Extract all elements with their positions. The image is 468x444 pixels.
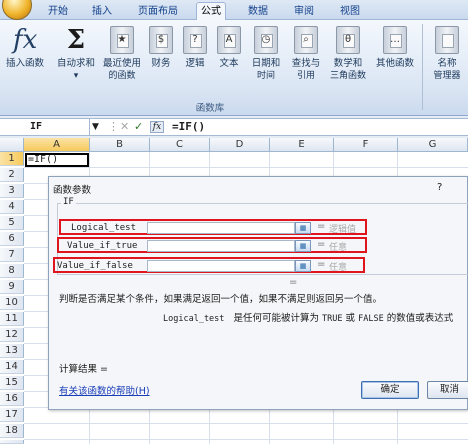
autosum-button[interactable]: Σ 自动求和 ▾ — [54, 26, 98, 82]
row-header[interactable]: 18 — [0, 424, 24, 438]
financial-button[interactable]: $ 财务 — [146, 26, 176, 70]
tab-review[interactable]: 审阅 — [290, 3, 318, 20]
fx-icon: fx — [13, 25, 38, 55]
ok-button[interactable]: 确定 — [361, 381, 419, 399]
book-icon: $ — [149, 26, 173, 54]
row-header[interactable]: 17 — [0, 408, 24, 422]
office-button[interactable] — [2, 0, 32, 20]
book-icon: ★ — [110, 26, 134, 54]
column-header[interactable]: A — [24, 138, 90, 152]
separator-icon: ⋮ — [108, 120, 119, 133]
value-if-false-input[interactable] — [147, 260, 295, 272]
row-header[interactable]: 3 — [0, 184, 24, 198]
range-select-icon[interactable]: ▦ — [295, 260, 311, 272]
name-box[interactable]: IF — [0, 119, 90, 135]
logical-test-hint: 逻辑值 — [329, 225, 357, 235]
column-header[interactable]: E — [270, 138, 334, 152]
value-if-true-input[interactable] — [147, 240, 295, 252]
tab-home[interactable]: 开始 — [44, 3, 72, 20]
book-icon: … — [383, 26, 407, 54]
row-header[interactable]: 10 — [0, 296, 24, 310]
tab-page-layout[interactable]: 页面布局 — [134, 3, 182, 20]
row-header[interactable]: 2 — [0, 168, 24, 182]
chevron-down-icon: ▾ — [73, 71, 79, 81]
row-header[interactable]: 7 — [0, 248, 24, 262]
column-header[interactable]: G — [398, 138, 468, 152]
row-header[interactable]: 12 — [0, 328, 24, 342]
column-header[interactable]: D — [210, 138, 270, 152]
column-header[interactable]: B — [90, 138, 150, 152]
row-header[interactable]: 13 — [0, 344, 24, 358]
formula-bar: IF ▼ ⋮ ✕ ✓ fx =IF() — [0, 118, 468, 136]
row-header[interactable] — [0, 440, 24, 444]
tab-insert[interactable]: 插入 — [88, 3, 116, 20]
row-header[interactable]: 15 — [0, 376, 24, 390]
value-if-true-hint: 任意 — [329, 243, 348, 253]
cell-a1-active[interactable]: =IF() — [25, 153, 89, 167]
function-library-group-label: 函数库 — [195, 103, 225, 114]
row-header[interactable]: 16 — [0, 392, 24, 406]
column-header[interactable]: F — [334, 138, 398, 152]
cancel-entry-icon[interactable]: ✕ — [120, 119, 129, 135]
chevron-down-icon[interactable]: ▼ — [92, 119, 99, 135]
name-manager-button[interactable]: 名称 管理器 — [428, 26, 466, 82]
group-separator — [422, 24, 423, 110]
row-header[interactable]: 1 — [0, 152, 24, 166]
row-header[interactable]: 8 — [0, 264, 24, 278]
more-functions-button[interactable]: … 其他函数 — [374, 26, 416, 70]
row-header[interactable]: 11 — [0, 312, 24, 326]
row-header[interactable]: 4 — [0, 200, 24, 214]
book-icon: ◷ — [254, 26, 278, 54]
row-header[interactable]: 6 — [0, 232, 24, 246]
select-all-corner[interactable] — [0, 138, 24, 152]
tab-formulas[interactable]: 公式 — [196, 2, 226, 21]
range-select-icon[interactable]: ▦ — [295, 222, 311, 234]
row-header[interactable]: 14 — [0, 360, 24, 374]
dialog-title: 函数参数 — [53, 185, 92, 196]
value-if-false-row: Value_if_false ▦ = 任意 — [53, 257, 365, 273]
ribbon-formulas-panel: fx 插入函数 Σ 自动求和 ▾ ★ 最近使用 的函数 $ 财务 ? 逻辑 A … — [0, 20, 468, 116]
tag-icon — [435, 26, 459, 54]
book-icon: θ — [336, 26, 360, 54]
function-help-link[interactable]: 有关该函数的帮助(H) — [59, 383, 150, 397]
value-if-false-hint: 任意 — [329, 263, 348, 273]
formula-input[interactable]: =IF() — [172, 119, 205, 135]
math-trig-button[interactable]: θ 数学和 三角函数 — [328, 26, 368, 82]
range-select-icon[interactable]: ▦ — [295, 240, 311, 252]
book-icon: ⌕ — [294, 26, 318, 54]
logical-test-row: Logical_test ▦ = 逻辑值 — [59, 219, 367, 235]
function-arguments-dialog: 函数参数 ? IF Logical_test ▦ = 逻辑值 Value_if_… — [48, 176, 468, 410]
lookup-reference-button[interactable]: ⌕ 查找与 引用 — [288, 26, 324, 82]
recent-functions-button[interactable]: ★ 最近使用 的函数 — [100, 26, 144, 82]
book-icon: A — [217, 26, 241, 54]
function-description: 判断是否满足某个条件，如果满足返回一个值，如果不满足则返回另一个值。 — [59, 294, 383, 305]
cancel-button[interactable]: 取消 — [427, 381, 468, 399]
text-button[interactable]: A 文本 — [214, 26, 244, 70]
date-time-button[interactable]: ◷ 日期和 时间 — [248, 26, 284, 82]
ribbon-tab-bar: 开始 插入 页面布局 公式 数据 审阅 视图 — [0, 0, 468, 21]
logical-button[interactable]: ? 逻辑 — [180, 26, 210, 70]
value-if-false-label: Value_if_false — [57, 261, 133, 271]
enter-entry-icon[interactable]: ✓ — [134, 119, 143, 135]
function-name-label: IF — [61, 197, 76, 207]
logical-test-label: Logical_test — [71, 223, 137, 233]
logical-test-input[interactable] — [147, 222, 295, 234]
calculation-result: 计算结果 = — [59, 364, 108, 375]
row-header[interactable]: 9 — [0, 280, 24, 294]
sigma-icon: Σ — [66, 25, 86, 55]
column-header[interactable]: C — [150, 138, 210, 152]
insert-function-button[interactable]: fx 插入函数 — [4, 26, 46, 70]
parameter-description: Logical_test 是任何可能被计算为 TRUE 或 FALSE 的数值或… — [163, 313, 454, 324]
value-if-true-label: Value_if_true — [67, 241, 138, 251]
insert-function-fx-button[interactable]: fx — [150, 121, 164, 133]
book-icon: ? — [183, 26, 207, 54]
help-button[interactable]: ? — [437, 182, 442, 193]
row-header[interactable]: 5 — [0, 216, 24, 230]
tab-data[interactable]: 数据 — [244, 3, 272, 20]
tab-view[interactable]: 视图 — [336, 3, 364, 20]
value-if-true-row: Value_if_true ▦ = 任意 — [57, 237, 367, 253]
